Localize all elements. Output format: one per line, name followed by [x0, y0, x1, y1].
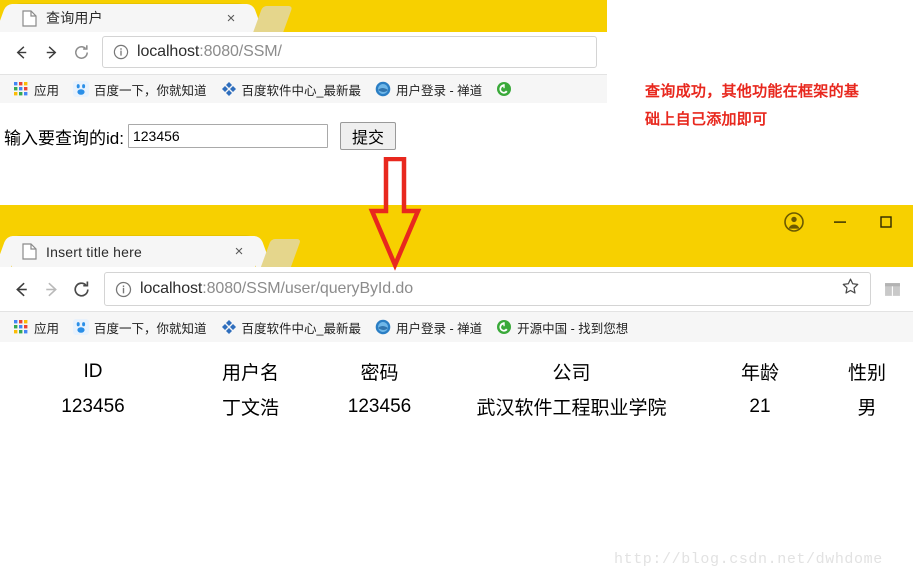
bookmark-baidu-software[interactable]: 百度软件中心_最新最 — [214, 75, 368, 103]
table-cell-age: 21 — [749, 395, 771, 417]
forward-button[interactable] — [36, 37, 66, 67]
bookmark-zentao[interactable]: 用户登录 - 禅道 — [368, 75, 489, 103]
tab-insert-title-here[interactable]: Insert title here × — [12, 236, 255, 267]
star-icon[interactable] — [841, 277, 860, 301]
apps-grid-icon — [13, 81, 29, 97]
bookmark-label: 应用 — [34, 321, 60, 336]
tabstrip-bottom: Insert title here × — [0, 205, 913, 267]
bookmark-baidu-software[interactable]: 百度软件中心_最新最 — [214, 312, 368, 342]
tabstrip-top: 查询用户 × — [0, 0, 607, 32]
bookmark-baidu[interactable]: 百度一下，你就知道 — [66, 312, 214, 342]
bookmark-oschina[interactable] — [489, 75, 524, 103]
info-icon[interactable] — [115, 281, 132, 298]
address-bar-bottom[interactable]: localhost:8080/SSM/user/queryById.do — [104, 272, 871, 306]
forward-button[interactable] — [36, 274, 66, 304]
titlebar-top: 查询用户 × — [0, 0, 607, 32]
browser-window-top: 查询用户 × localhost:8080/SSM/ 应用 百度一下，你就知道 … — [0, 0, 607, 200]
baidu-icon — [73, 319, 90, 335]
table-header-cell: ID — [83, 360, 103, 382]
url-text: localhost:8080/SSM/user/queryById.do — [140, 280, 831, 298]
bookmark-label: 百度软件中心_最新最 — [241, 83, 361, 98]
tab-query-user[interactable]: 查询用户 × — [12, 4, 247, 32]
close-icon[interactable]: × — [229, 244, 249, 259]
query-id-input[interactable] — [127, 124, 328, 148]
browser-window-bottom: Insert title here × localhost:8080/SSM/u… — [0, 205, 913, 579]
bookmarks-bar-bottom: 应用 百度一下，你就知道 百度软件中心_最新最 用户登录 - 禅道 开源中国 -… — [0, 311, 913, 343]
zentao-icon — [375, 81, 391, 97]
reload-button[interactable] — [66, 274, 96, 304]
table-cell-gender: 男 — [857, 398, 877, 419]
page-icon — [22, 9, 37, 27]
page-content-top: 输入要查询的id: 提交 — [0, 103, 607, 200]
page-icon — [22, 243, 37, 260]
url-host: localhost — [140, 280, 203, 297]
bookmarks-bar-top: 应用 百度一下，你就知道 百度软件中心_最新最 用户登录 - 禅道 — [0, 74, 607, 104]
table-header-cell: 性别 — [847, 363, 886, 384]
bookmark-baidu[interactable]: 百度一下，你就知道 — [66, 75, 214, 103]
table-header-row: ID 用户名 密码 公司 年龄 性别 — [0, 355, 913, 390]
table-cell-id: 123456 — [61, 395, 125, 417]
reload-button[interactable] — [66, 37, 96, 67]
bookmark-label: 用户登录 - 禅道 — [395, 83, 483, 98]
table-cell-company: 武汉软件工程职业学院 — [476, 398, 667, 419]
down-arrow-annotation — [368, 157, 422, 271]
url-path: :8080/SSM/ — [199, 43, 282, 60]
url-text: localhost:8080/SSM/ — [137, 43, 596, 61]
watermark: http://blog.csdn.net/dwhdome — [614, 551, 883, 568]
page-content-bottom: ID 用户名 密码 公司 年龄 性别 123456 丁文浩 123456 武汉软… — [0, 342, 913, 579]
address-bar-top[interactable]: localhost:8080/SSM/ — [102, 36, 597, 68]
table-cell-username: 丁文浩 — [221, 398, 279, 419]
url-path: :8080/SSM/user/queryById.do — [202, 280, 414, 297]
table-header-cell: 用户名 — [221, 363, 279, 384]
query-id-label: 输入要查询的id: — [4, 128, 124, 148]
zentao-icon — [375, 319, 391, 335]
tab-title: Insert title here — [46, 243, 142, 260]
info-icon[interactable] — [113, 44, 129, 60]
extensions-menu-button[interactable] — [877, 274, 907, 304]
query-form: 输入要查询的id: 提交 — [4, 122, 396, 150]
bookmark-oschina[interactable]: 开源中国 - 找到您想 — [489, 312, 635, 342]
table-header-cell: 密码 — [360, 363, 399, 384]
baidu-software-icon — [221, 319, 237, 335]
bookmark-label: 百度一下，你就知道 — [94, 83, 207, 98]
annotation-text: 查询成功，其他功能在框架的基 础上自己添加即可 — [645, 78, 895, 134]
user-result-table: ID 用户名 密码 公司 年龄 性别 123456 丁文浩 123456 武汉软… — [0, 355, 913, 423]
table-header-cell: 公司 — [552, 363, 591, 384]
bookmark-label: 应用 — [34, 83, 60, 98]
toolbar-bottom: localhost:8080/SSM/user/queryById.do — [0, 267, 913, 311]
bookmark-label: 用户登录 - 禅道 — [395, 321, 483, 336]
baidu-icon — [73, 81, 90, 97]
oschina-icon — [496, 319, 512, 335]
toolbar-top: localhost:8080/SSM/ — [0, 32, 607, 72]
bookmark-zentao[interactable]: 用户登录 - 禅道 — [368, 312, 489, 342]
bookmark-apps[interactable]: 应用 — [6, 312, 66, 342]
close-icon[interactable]: × — [221, 11, 241, 26]
titlebar-bottom: Insert title here × — [0, 205, 913, 267]
table-cell-password: 123456 — [347, 395, 412, 417]
bookmark-label: 百度一下，你就知道 — [94, 321, 207, 336]
annotation-line-2: 础上自己添加即可 — [645, 111, 768, 128]
apps-grid-icon — [13, 319, 29, 335]
new-tab-button[interactable] — [260, 239, 302, 267]
back-button[interactable] — [6, 274, 36, 304]
table-row: 123456 丁文浩 123456 武汉软件工程职业学院 21 男 — [0, 390, 913, 423]
url-host: localhost — [137, 43, 200, 60]
oschina-icon — [496, 81, 512, 97]
annotation-line-1: 查询成功，其他功能在框架的基 — [645, 83, 860, 100]
bookmark-label: 开源中国 - 找到您想 — [517, 321, 629, 336]
tab-title: 查询用户 — [46, 10, 103, 26]
bookmark-label: 百度软件中心_最新最 — [241, 321, 361, 336]
submit-button[interactable]: 提交 — [339, 122, 396, 150]
table-header-cell: 年龄 — [740, 363, 779, 384]
back-button[interactable] — [6, 37, 36, 67]
new-tab-button[interactable] — [253, 6, 293, 32]
bookmark-apps[interactable]: 应用 — [6, 75, 66, 103]
baidu-software-icon — [221, 81, 237, 97]
